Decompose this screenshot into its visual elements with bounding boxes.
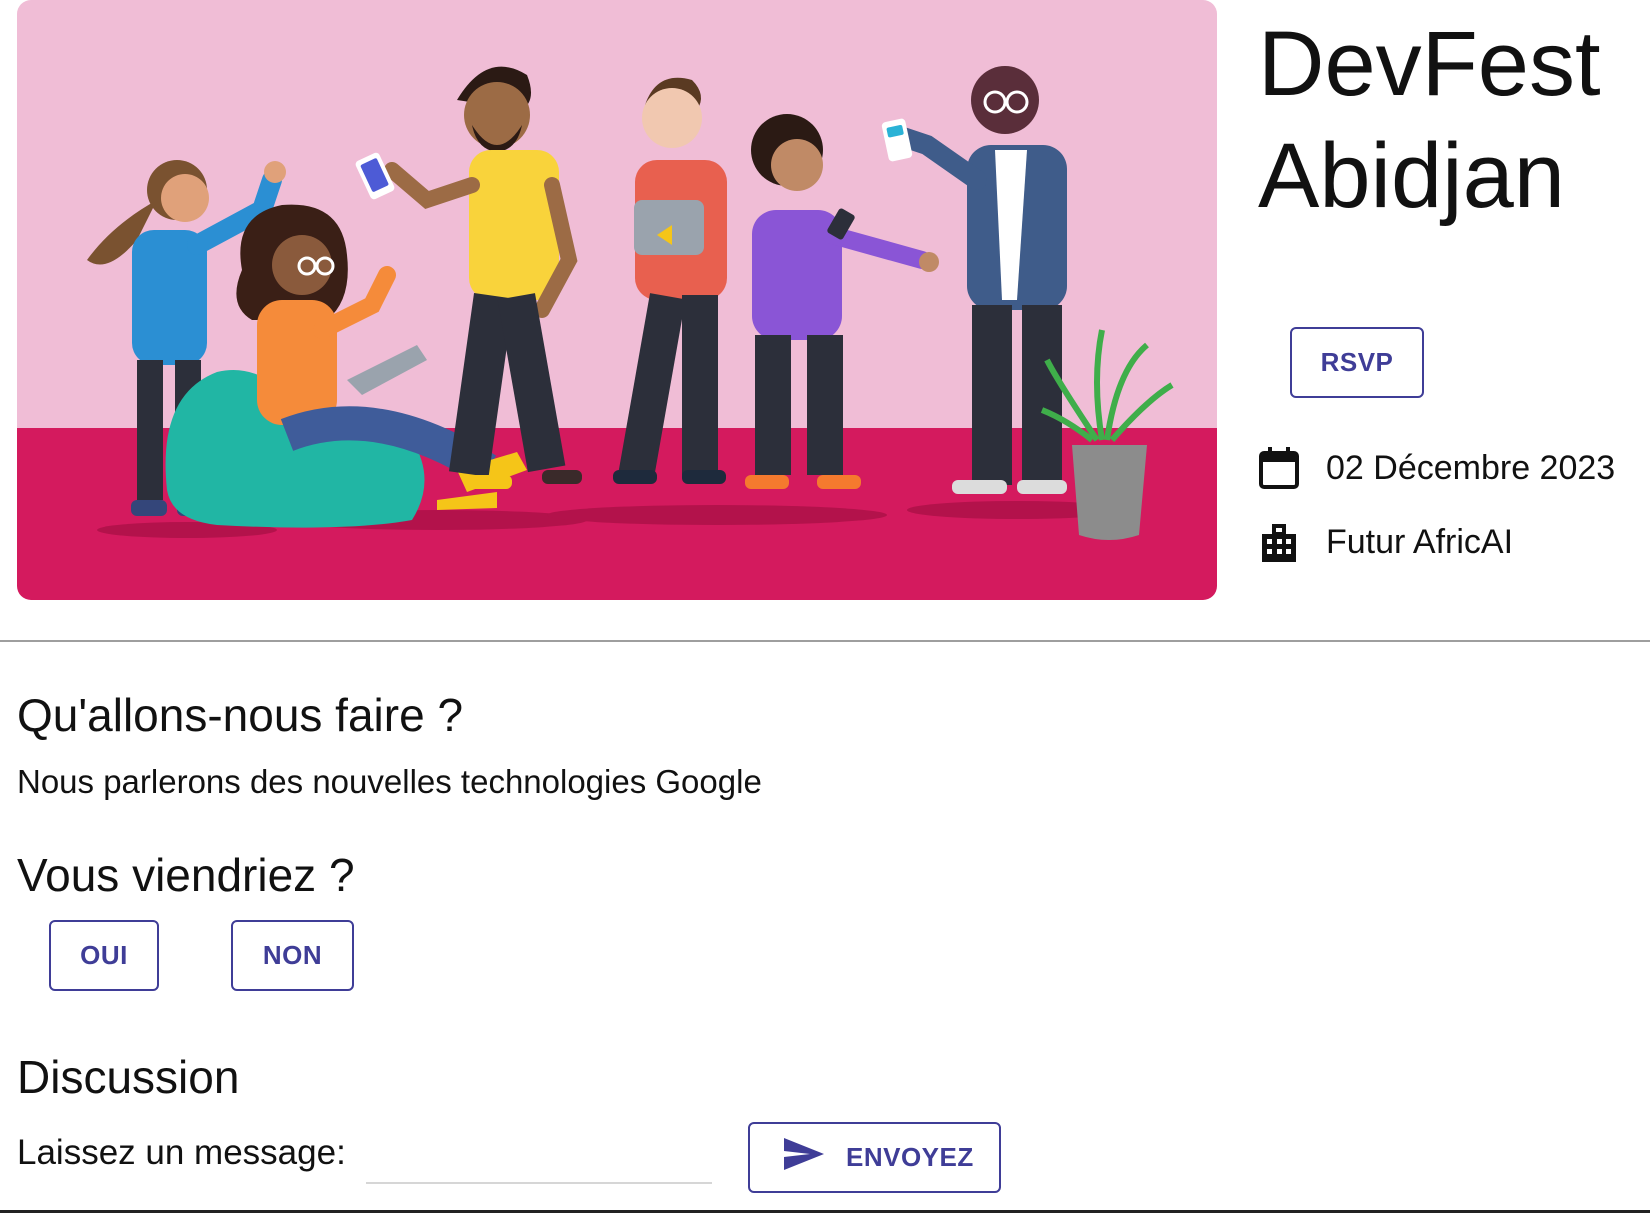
attendance-heading: Vous viendriez ? [17, 849, 355, 901]
rsvp-button[interactable]: RSVP [1290, 327, 1424, 398]
calendar-icon [1258, 446, 1300, 490]
about-heading: Qu'allons-nous faire ? [17, 689, 464, 741]
event-title: DevFest Abidjan [1258, 8, 1638, 232]
send-button-label: ENVOYEZ [846, 1142, 974, 1172]
yes-button-label: OUI [80, 940, 128, 970]
message-label: Laissez un message: [17, 1133, 346, 1172]
send-button[interactable]: ENVOYEZ [748, 1122, 1001, 1193]
event-title-line2: Abidjan [1258, 125, 1565, 227]
event-venue-text: Futur AfricAI [1326, 522, 1514, 561]
about-text: Nous parlerons des nouvelles technologie… [17, 763, 762, 800]
event-venue: Futur AfricAI [1258, 520, 1513, 564]
rsvp-button-label: RSVP [1320, 347, 1394, 377]
section-divider [0, 640, 1650, 642]
discussion-heading: Discussion [17, 1051, 240, 1103]
no-button-label: NON [262, 940, 323, 970]
event-title-line1: DevFest [1258, 13, 1601, 115]
message-input[interactable] [366, 1128, 712, 1184]
no-button[interactable]: NON [231, 920, 354, 991]
yes-button[interactable]: OUI [49, 920, 159, 991]
event-date: 02 Décembre 2023 [1258, 446, 1615, 490]
event-date-text: 02 Décembre 2023 [1326, 448, 1616, 487]
people-illustration [17, 0, 1217, 600]
hero-image [17, 0, 1217, 600]
send-icon [782, 1136, 826, 1179]
building-icon [1258, 520, 1300, 564]
